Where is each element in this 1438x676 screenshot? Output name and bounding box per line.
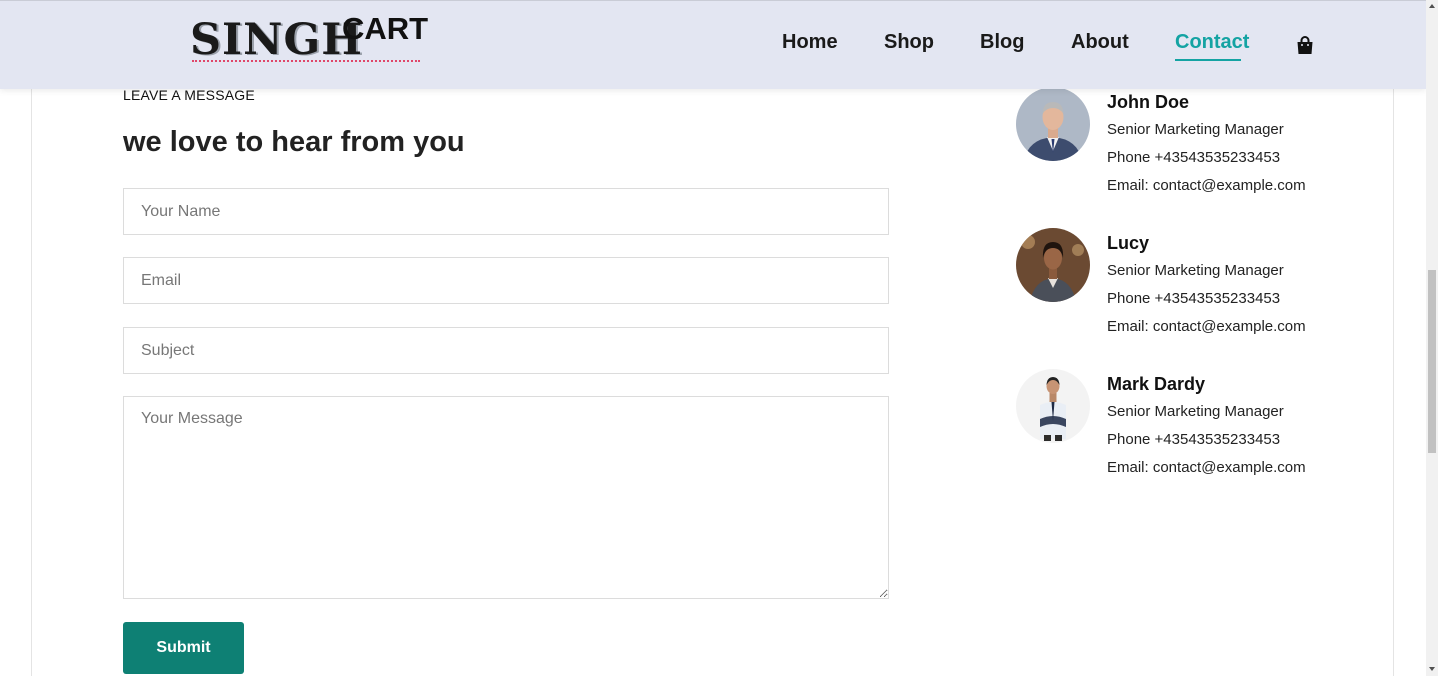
message-textarea[interactable] bbox=[123, 396, 889, 599]
contact-phone: Phone +43543535233453 bbox=[1107, 290, 1281, 307]
form-eyebrow: LEAVE A MESSAGE bbox=[123, 87, 255, 103]
contact-role: Senior Marketing Manager bbox=[1107, 403, 1284, 420]
contact-role: Senior Marketing Manager bbox=[1107, 121, 1284, 138]
contact-card: John Doe Senior Marketing Manager Phone … bbox=[1016, 87, 1336, 207]
contact-card: Lucy Senior Marketing Manager Phone +435… bbox=[1016, 228, 1336, 348]
submit-button[interactable]: Submit bbox=[123, 622, 244, 674]
scroll-down-arrow-icon[interactable] bbox=[1429, 667, 1435, 671]
form-title: we love to hear from you bbox=[123, 126, 465, 158]
nav-active-underline bbox=[1175, 59, 1241, 61]
contact-email: Email: contact@example.com bbox=[1107, 177, 1306, 194]
contact-role: Senior Marketing Manager bbox=[1107, 262, 1284, 279]
contact-email: Email: contact@example.com bbox=[1107, 318, 1306, 335]
avatar bbox=[1016, 228, 1090, 302]
nav-contact[interactable]: Contact bbox=[1175, 31, 1249, 54]
page-scrollbar[interactable] bbox=[1426, 0, 1438, 676]
contact-name: Mark Dardy bbox=[1107, 374, 1206, 394]
contact-card: Mark Dardy Senior Marketing Manager Phon… bbox=[1016, 369, 1336, 489]
subject-input[interactable] bbox=[123, 327, 889, 374]
shopping-bag-icon[interactable] bbox=[1295, 35, 1315, 55]
contact-phone: Phone +43543535233453 bbox=[1107, 149, 1281, 166]
site-header: SINGH CART Home Shop Blog About Contact bbox=[0, 0, 1426, 89]
contact-phone: Phone +43543535233453 bbox=[1107, 431, 1281, 448]
contact-email: Email: contact@example.com bbox=[1107, 459, 1306, 476]
avatar bbox=[1016, 369, 1090, 443]
name-input[interactable] bbox=[123, 188, 889, 235]
scroll-thumb[interactable] bbox=[1428, 270, 1436, 453]
nav-home[interactable]: Home bbox=[782, 31, 838, 54]
scroll-up-arrow-icon[interactable] bbox=[1429, 4, 1435, 8]
contact-name: John Doe bbox=[1107, 92, 1190, 112]
nav-blog[interactable]: Blog bbox=[980, 31, 1024, 54]
nav-shop[interactable]: Shop bbox=[884, 31, 934, 54]
avatar bbox=[1016, 87, 1090, 161]
nav-about[interactable]: About bbox=[1071, 31, 1129, 54]
email-input[interactable] bbox=[123, 257, 889, 304]
contact-name: Lucy bbox=[1107, 233, 1150, 253]
